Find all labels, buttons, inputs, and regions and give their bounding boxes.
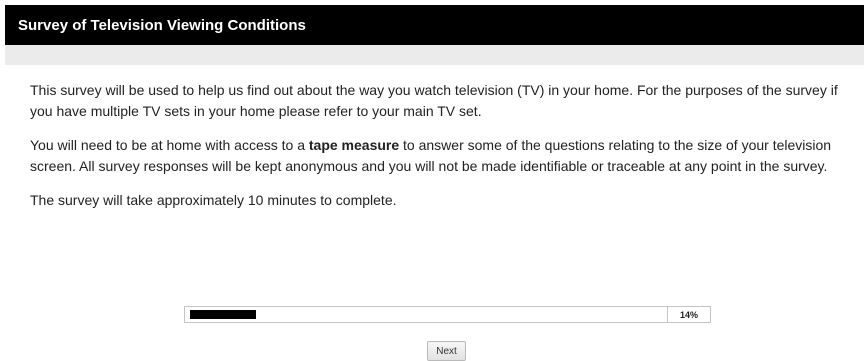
tape-measure-emphasis: tape measure <box>308 137 400 153</box>
progress-percent: 14% <box>679 309 698 320</box>
progress-bar: 14% <box>184 306 711 323</box>
page-title: Survey of Television Viewing Conditions <box>18 16 306 34</box>
requirements-text-start: You will need to be at home with access … <box>30 137 309 153</box>
duration-paragraph: The survey will take approximately 10 mi… <box>30 192 397 208</box>
next-button[interactable]: Next <box>427 341 466 361</box>
requirements-paragraph: You will need to be at home with access … <box>30 135 860 177</box>
progress-track <box>185 307 668 322</box>
survey-intro: This survey will be used to help us find… <box>30 80 860 223</box>
survey-header: Survey of Television Viewing Conditions <box>5 5 864 45</box>
intro-paragraph: This survey will be used to help us find… <box>30 82 838 119</box>
header-band <box>5 45 864 65</box>
progress-fill <box>190 310 256 319</box>
